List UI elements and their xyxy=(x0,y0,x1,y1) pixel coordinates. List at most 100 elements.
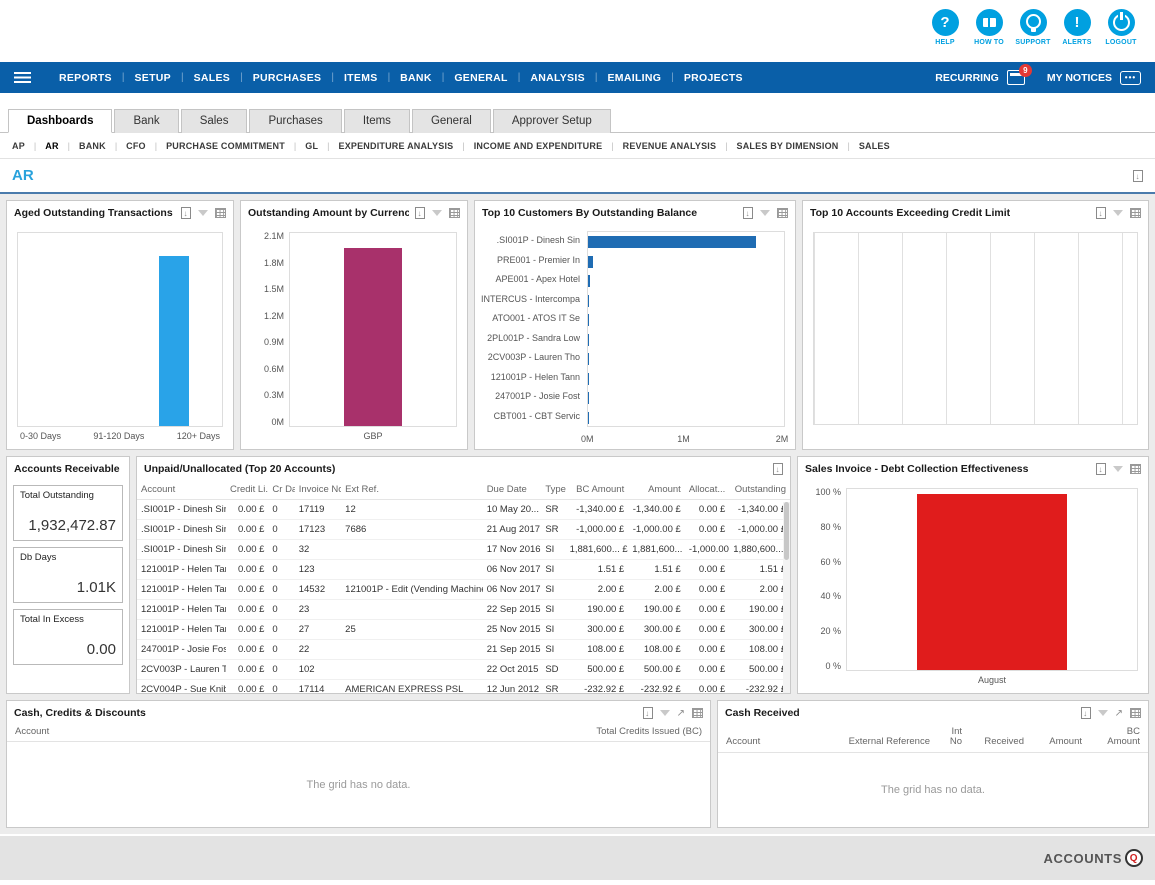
nav-item-purchases[interactable]: PURCHASES xyxy=(243,72,332,84)
tab-items[interactable]: Items xyxy=(343,109,410,133)
subnav-item-gl[interactable]: GL xyxy=(305,141,318,151)
my-notices-button[interactable]: MY NOTICES xyxy=(1047,70,1141,85)
subnav-item-sales[interactable]: SALES xyxy=(859,141,890,151)
column-header[interactable]: Amount xyxy=(1024,736,1082,747)
filter-icon[interactable] xyxy=(1113,209,1123,216)
export-icon[interactable] xyxy=(642,706,653,719)
column-header[interactable]: Outstanding xyxy=(729,480,790,500)
scrollbar-thumb[interactable] xyxy=(784,502,789,560)
header-button-alerts[interactable]: ! ALERTS xyxy=(1055,9,1099,46)
tab-purchases[interactable]: Purchases xyxy=(249,109,342,133)
header-icon-label: LOGOUT xyxy=(1105,39,1137,46)
subnav-item-income-and-expenditure[interactable]: INCOME AND EXPENDITURE xyxy=(474,141,603,151)
table-cell: 27 xyxy=(294,619,342,640)
table-row[interactable]: .SI001P - Dinesh Sin 0.00 £0 32 17 Nov 2016… xyxy=(137,539,790,560)
column-header[interactable]: Total Credits Issued (BC) xyxy=(596,726,702,737)
export-icon[interactable] xyxy=(773,462,783,475)
tab-sales[interactable]: Sales xyxy=(180,109,248,133)
header-button-howto[interactable]: HOW TO xyxy=(967,9,1011,46)
tab-approver-setup[interactable]: Approver Setup xyxy=(492,109,611,133)
header-button-logout[interactable]: LOGOUT xyxy=(1099,9,1143,46)
nav-item-general[interactable]: GENERAL xyxy=(444,72,517,84)
chart-x-axis: GBP xyxy=(289,427,457,445)
table-row[interactable]: 2CV003P - Lauren Tho0.00 £010222 Oct 201… xyxy=(137,659,790,680)
table-cell: 0.00 £ xyxy=(684,679,730,693)
export-icon[interactable] xyxy=(1133,169,1143,182)
subnav-item-ap[interactable]: AP xyxy=(12,141,25,151)
nav-item-bank[interactable]: BANK xyxy=(390,72,442,84)
export-icon[interactable] xyxy=(1096,206,1106,219)
filter-icon[interactable] xyxy=(198,209,208,216)
subnav-item-ar[interactable]: AR xyxy=(45,141,58,151)
kpi-card: Db Days 1.01K xyxy=(13,547,123,603)
column-header[interactable]: Ext Ref. xyxy=(341,480,483,500)
subnav-item-purchase-commitment[interactable]: PURCHASE COMMITMENT xyxy=(166,141,285,151)
export-icon[interactable] xyxy=(743,206,753,219)
grid-icon[interactable] xyxy=(777,207,788,218)
export-icon[interactable] xyxy=(1096,462,1106,475)
expand-icon[interactable] xyxy=(677,707,685,719)
filter-icon[interactable] xyxy=(760,209,770,216)
column-header[interactable]: BC Amount xyxy=(1082,726,1140,748)
column-header[interactable]: Credit Li... xyxy=(225,480,269,500)
column-header[interactable]: BC Amount xyxy=(565,480,629,500)
filter-icon[interactable] xyxy=(1097,709,1108,716)
column-header[interactable]: External Reference xyxy=(820,736,930,747)
grid-icon[interactable] xyxy=(449,207,460,218)
nav-item-sales[interactable]: SALES xyxy=(184,72,241,84)
filter-icon[interactable] xyxy=(432,209,442,216)
table-row[interactable]: 121001P - Helen Tann 0.00 £0 23 22 Sep 2015… xyxy=(137,599,790,620)
subnav-item-expenditure-analysis[interactable]: EXPENDITURE ANALYSIS xyxy=(339,141,454,151)
tab-dashboards[interactable]: Dashboards xyxy=(8,109,113,133)
top10-bar xyxy=(588,333,589,346)
table-row[interactable]: 2CV004P - Sue Knibb 0.00 £0 17114 AMERICAN … xyxy=(137,679,790,693)
column-header[interactable]: Invoice No xyxy=(294,480,342,500)
filter-icon[interactable] xyxy=(659,709,670,716)
export-icon[interactable] xyxy=(1080,706,1091,719)
vertical-scrollbar[interactable] xyxy=(783,502,790,693)
column-header[interactable]: Type xyxy=(541,480,566,500)
top10-category-label: INTERCUS - Intercompa xyxy=(481,293,581,304)
column-header[interactable]: Cr Da... xyxy=(268,480,295,500)
column-header[interactable]: Amount xyxy=(628,480,685,500)
grid-icon[interactable] xyxy=(1130,207,1141,218)
column-header[interactable]: Account xyxy=(137,480,226,500)
filter-icon[interactable] xyxy=(1113,465,1123,472)
table-row[interactable]: .SI001P - Dinesh Sin 0.00 £0 17123 7686 21 A… xyxy=(137,519,790,540)
table-row[interactable]: 121001P - Helen Tann 0.00 £0 27 25 25 Nov 20… xyxy=(137,619,790,640)
subnav-item-revenue-analysis[interactable]: REVENUE ANALYSIS xyxy=(623,141,717,151)
table-row[interactable]: 247001P - Josie Fost 0.00 £0 22 21 Sep 2015… xyxy=(137,639,790,660)
header-button-support[interactable]: SUPPORT xyxy=(1011,9,1055,46)
column-header[interactable]: Account xyxy=(726,736,820,747)
nav-item-reports[interactable]: REPORTS xyxy=(49,72,122,84)
grid-icon[interactable] xyxy=(692,707,703,718)
tab-general[interactable]: General xyxy=(411,109,491,133)
column-header[interactable]: Allocat... xyxy=(684,480,730,500)
table-row[interactable]: .SI001P - Dinesh Sin 0.00 £0 17119 12 10 May… xyxy=(137,499,790,520)
table-row[interactable]: 121001P - Helen Tann 0.00 £0 14532 121001P … xyxy=(137,579,790,600)
expand-icon[interactable] xyxy=(1115,707,1123,719)
hamburger-menu-icon[interactable] xyxy=(14,72,31,83)
subnav-item-sales-by-dimension[interactable]: SALES BY DIMENSION xyxy=(737,141,839,151)
grid-icon[interactable] xyxy=(215,207,226,218)
nav-item-setup[interactable]: SETUP xyxy=(124,72,181,84)
subnav-item-bank[interactable]: BANK xyxy=(79,141,106,151)
table-row[interactable]: 121001P - Helen Tann 0.00 £0 123 06 Nov 201… xyxy=(137,559,790,580)
nav-item-items[interactable]: ITEMS xyxy=(334,72,388,84)
nav-item-analysis[interactable]: ANALYSIS xyxy=(520,72,595,84)
nav-item-projects[interactable]: PROJECTS xyxy=(674,72,753,84)
grid-icon[interactable] xyxy=(1130,707,1141,718)
column-header[interactable]: Due Date xyxy=(482,480,542,500)
recurring-button[interactable]: RECURRING 9 xyxy=(935,64,1032,85)
export-icon[interactable] xyxy=(415,206,425,219)
column-header[interactable]: Account xyxy=(15,726,596,737)
subnav-item-cfo[interactable]: CFO xyxy=(126,141,146,151)
column-header[interactable]: Received xyxy=(962,736,1024,747)
tab-bank[interactable]: Bank xyxy=(114,109,179,133)
column-header[interactable]: Int No xyxy=(930,726,962,748)
header-button-help[interactable]: ? HELP xyxy=(923,9,967,46)
grid-icon[interactable] xyxy=(1130,463,1141,474)
export-icon[interactable] xyxy=(181,206,191,219)
dashboard: Aged Outstanding Transactions 0-30 Days 9… xyxy=(0,194,1155,834)
nav-item-emailing[interactable]: EMAILING xyxy=(598,72,672,84)
